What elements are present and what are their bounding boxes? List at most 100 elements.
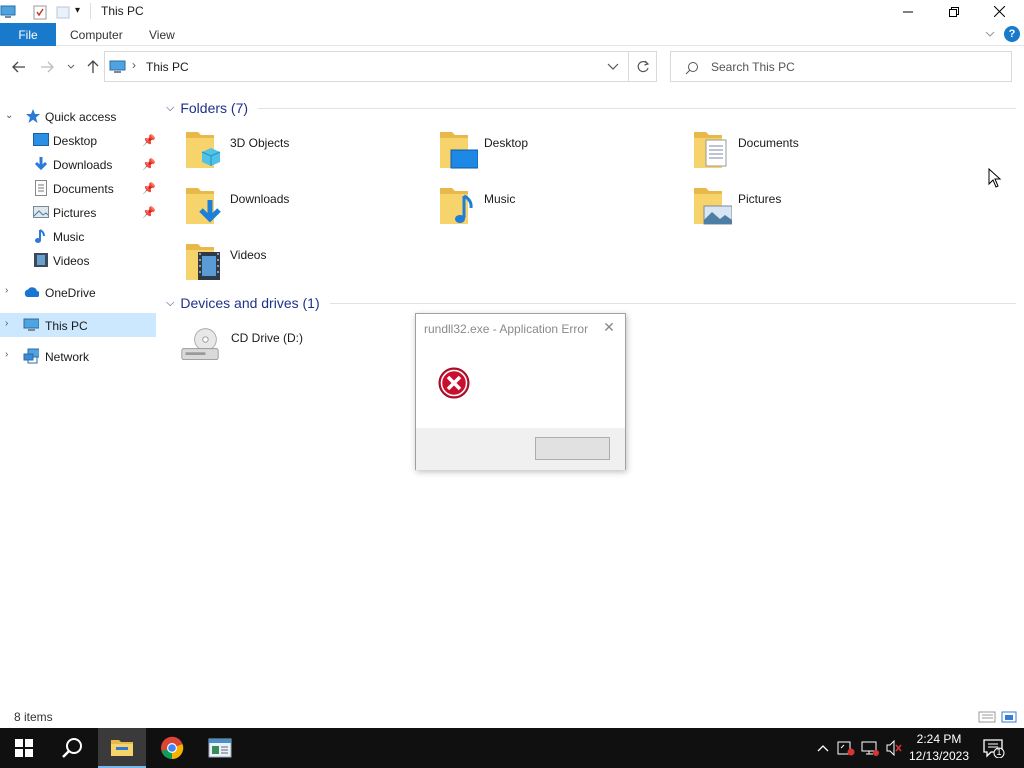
group-divider [330,303,1016,304]
folder-documents[interactable]: Documents [692,128,932,176]
downloads-folder-icon [186,188,221,224]
network-status-icon[interactable] [860,738,880,758]
search-input[interactable]: Search This PC [670,51,1012,82]
address-history-chevron-icon[interactable] [607,63,619,71]
taskbar: 2:24 PM 12/13/2023 1 [0,728,1024,768]
folder-label: Documents [738,136,799,150]
refresh-button[interactable] [629,51,657,82]
folders-group-header[interactable]: ⌵ Folders (7) [166,100,248,116]
ribbon-expand-chevron-icon[interactable] [984,27,996,41]
forward-button[interactable] [38,58,56,76]
tab-computer[interactable]: Computer [70,23,123,46]
application-error-dialog: rundll32.exe - Application Error ✕ [415,313,626,470]
folder-downloads[interactable]: Downloads [184,184,424,232]
downloads-icon [34,157,48,171]
documents-folder-icon [694,132,727,168]
collapse-chevron-icon[interactable]: ⌵ [166,297,174,310]
up-button[interactable] [84,58,102,76]
back-button[interactable] [10,58,28,76]
app-window-icon [208,738,232,758]
tab-view[interactable]: View [149,23,175,46]
security-alert-icon[interactable] [836,738,856,758]
sidebar-item-downloads[interactable]: Downloads 📌 [0,152,156,176]
sidebar-item-label: Pictures [53,206,97,220]
volume-muted-icon[interactable] [884,738,904,758]
windows-logo-icon [15,739,33,757]
sidebar-item-label: Desktop [53,134,98,148]
videos-icon [34,253,48,267]
recent-locations-chevron-icon[interactable] [64,58,78,76]
this-pc-icon [23,318,39,331]
restore-button[interactable] [931,0,977,23]
taskbar-app[interactable] [196,728,244,768]
close-button[interactable] [976,0,1022,23]
taskbar-chrome[interactable] [148,728,196,768]
title-divider [90,3,91,19]
taskbar-file-explorer[interactable] [98,728,146,768]
help-button[interactable]: ? [1004,26,1020,42]
sidebar-item-network[interactable]: › Network [0,344,156,368]
clock-date: 12/13/2023 [908,749,970,763]
drive-label: CD Drive (D:) [231,331,303,345]
action-center-button[interactable]: 1 [982,738,1006,758]
sidebar-item-quick-access[interactable]: ⌄ Quick access [0,104,156,128]
this-pc-icon [109,60,126,73]
drive-cd-d[interactable]: CD Drive (D:) [180,323,420,371]
collapse-chevron-icon[interactable]: ⌄ [5,110,13,121]
expand-chevron-icon[interactable]: › [5,349,8,360]
show-hidden-icons-chevron-icon[interactable] [813,738,833,758]
ribbon-tabs: File Computer View ? [0,23,1024,46]
customize-toolbar-chevron-icon[interactable]: ▾ [75,5,80,21]
sidebar-item-label: Documents [53,182,114,196]
title-bar: ▾ This PC [0,0,1024,23]
group-divider [258,108,1016,109]
new-folder-icon[interactable] [56,4,70,20]
search-button[interactable] [48,728,96,768]
sidebar-item-label: Quick access [45,110,117,124]
breadcrumb-separator[interactable]: › [132,58,136,72]
large-icons-view-icon[interactable] [1001,711,1017,723]
pictures-folder-icon [694,188,732,225]
clock[interactable]: 2:24 PM 12/13/2023 [906,731,972,765]
folder-pictures[interactable]: Pictures [692,184,932,232]
search-placeholder: Search This PC [711,60,795,74]
details-view-icon[interactable] [978,711,996,723]
sidebar-item-desktop[interactable]: Desktop 📌 [0,128,156,152]
tab-file[interactable]: File [0,23,56,46]
folder-3d-objects[interactable]: 3D Objects [184,128,424,176]
sidebar-item-music[interactable]: Music [0,224,156,248]
minimize-button[interactable] [885,0,931,23]
folder-music[interactable]: Music [438,184,678,232]
pin-icon: 📌 [142,183,156,195]
search-icon [62,738,82,758]
folder-label: Downloads [230,192,290,206]
music-icon [35,229,45,243]
dialog-ok-button[interactable] [535,437,610,460]
search-icon [685,62,698,75]
sidebar-item-pictures[interactable]: Pictures 📌 [0,200,156,224]
mouse-cursor-icon [988,168,1002,188]
sidebar-item-videos[interactable]: Videos [0,248,156,272]
folder-desktop[interactable]: Desktop [438,128,678,176]
view-toggle [978,710,1018,727]
expand-chevron-icon[interactable]: › [5,285,8,296]
collapse-chevron-icon[interactable]: ⌵ [166,102,174,115]
this-pc-icon [0,5,16,18]
music-folder-icon [440,188,473,224]
folder-label: Music [484,192,516,206]
sidebar-item-onedrive[interactable]: › OneDrive [0,280,156,304]
dialog-close-button[interactable]: ✕ [601,319,617,335]
expand-chevron-icon[interactable]: › [5,318,8,329]
address-bar[interactable]: › This PC [104,51,629,82]
breadcrumb-this-pc[interactable]: This PC [146,60,189,74]
devices-group-header[interactable]: ⌵ Devices and drives (1) [166,295,320,311]
start-button[interactable] [0,728,48,768]
sidebar-item-this-pc[interactable]: › This PC [0,313,156,337]
notification-count: 1 [996,747,1002,757]
folder-videos[interactable]: Videos [184,240,424,288]
network-icon [23,348,39,364]
sidebar-item-documents[interactable]: Documents 📌 [0,176,156,200]
properties-icon[interactable] [32,4,48,20]
status-item-count: 8 items [14,710,53,724]
folder-label: 3D Objects [230,136,290,150]
